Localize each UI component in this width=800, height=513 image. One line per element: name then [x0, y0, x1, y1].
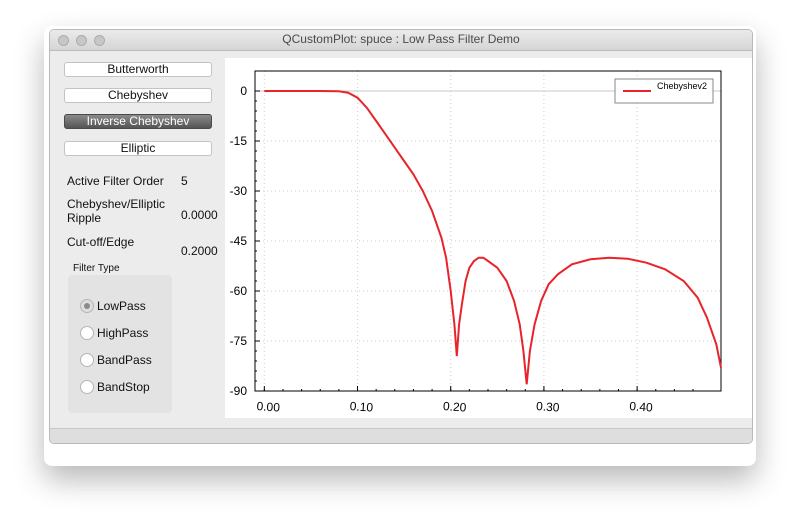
y-tick-label: -90	[230, 384, 248, 398]
y-tick-label: -60	[230, 284, 248, 298]
status-bar	[50, 428, 752, 443]
plot-widget[interactable]: 0.00 0.10 0.20 0.30 0.40 0 -15 -30 -45 -60 -75 -90 C…	[225, 58, 753, 418]
x-tick-label: 0.10	[349, 399, 374, 415]
bandpass-radio[interactable]	[80, 353, 94, 367]
filter-order-value[interactable]: 5	[181, 174, 188, 188]
filter-type-title: Filter Type	[73, 263, 120, 274]
ripple-label-line1: Chebyshev/Elliptic	[67, 197, 166, 211]
butterworth-button[interactable]: Butterworth	[64, 62, 212, 77]
highpass-radio[interactable]	[80, 326, 94, 340]
bandstop-radio[interactable]	[80, 380, 94, 394]
inverse-chebyshev-button[interactable]: Inverse Chebyshev	[64, 114, 212, 129]
x-tick-label: 0.40	[629, 399, 654, 415]
chebyshev-button[interactable]: Chebyshev	[64, 88, 212, 103]
cutoff-label: Cut-off/Edge	[67, 235, 135, 249]
y-tick-label: -30	[230, 184, 248, 198]
lowpass-radio[interactable]	[80, 299, 94, 313]
plot-frame	[254, 70, 722, 392]
y-tick-label: -75	[230, 334, 248, 348]
bandpass-label[interactable]: BandPass	[97, 353, 152, 367]
series-line-chebyshev2	[264, 90, 722, 385]
app-window: QCustomPlot: spuce : Low Pass Filter Dem…	[49, 29, 753, 444]
highpass-label[interactable]: HighPass	[97, 326, 148, 340]
filter-order-label: Active Filter Order	[67, 174, 164, 188]
lowpass-label[interactable]: LowPass	[97, 299, 146, 313]
bandstop-label[interactable]: BandStop	[97, 380, 150, 394]
ripple-label-line2: Ripple	[67, 211, 102, 225]
y-tick-label: -15	[230, 134, 248, 148]
title-bar[interactable]: QCustomPlot: spuce : Low Pass Filter Dem…	[50, 30, 752, 51]
x-tick-label: 0.20	[443, 399, 468, 415]
cutoff-value[interactable]: 0.2000	[181, 244, 218, 258]
y-tick-label: 0	[240, 84, 247, 98]
y-tick-label: -45	[230, 234, 248, 248]
frequency-response-chart[interactable]: 0.00 0.10 0.20 0.30 0.40 0 -15 -30 -45 -60 -75 -90 C…	[225, 58, 753, 418]
elliptic-button[interactable]: Elliptic	[64, 141, 212, 156]
window-title: QCustomPlot: spuce : Low Pass Filter Dem…	[282, 32, 520, 46]
x-tick-label: 0.30	[536, 399, 561, 415]
x-tick-label: 0.00	[256, 399, 281, 415]
ripple-value[interactable]: 0.0000	[181, 208, 218, 222]
legend-label: Chebyshev2	[657, 81, 707, 91]
